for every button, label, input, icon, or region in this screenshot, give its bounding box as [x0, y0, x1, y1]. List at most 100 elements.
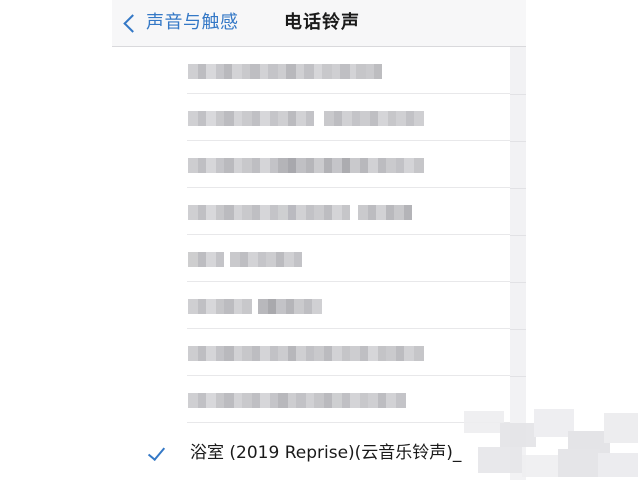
redaction-block	[216, 393, 224, 408]
redaction-block	[314, 205, 324, 220]
redaction-block	[378, 346, 386, 361]
redaction-block	[414, 158, 424, 173]
redaction-block	[386, 393, 396, 408]
ringtone-item[interactable]	[112, 94, 510, 141]
redaction-block	[358, 205, 368, 220]
redaction-block	[396, 158, 404, 173]
redaction-block	[234, 111, 242, 126]
redaction-block	[332, 205, 342, 220]
redaction-block	[278, 205, 288, 220]
redaction-block	[198, 158, 206, 173]
redaction-block	[198, 64, 206, 79]
ringtone-item[interactable]	[112, 141, 510, 188]
redaction-block	[188, 64, 198, 79]
redaction-block	[296, 346, 306, 361]
redaction-block	[206, 158, 216, 173]
redaction-block	[278, 64, 286, 79]
redaction-block	[370, 111, 378, 126]
redaction-block	[378, 158, 386, 173]
ringtone-name-redacted	[188, 252, 302, 267]
redaction-block	[188, 158, 198, 173]
redaction-block	[260, 205, 270, 220]
redaction-block	[234, 299, 242, 314]
redaction-block	[324, 205, 332, 220]
redaction-block	[224, 158, 234, 173]
redaction-block	[188, 346, 198, 361]
redaction-block	[234, 393, 242, 408]
ringtone-item[interactable]	[112, 282, 510, 329]
redaction-block	[206, 299, 216, 314]
ringtone-item[interactable]	[112, 188, 510, 235]
redaction-block	[224, 299, 234, 314]
redaction-block	[224, 205, 234, 220]
redaction-block	[366, 64, 374, 79]
redaction-block	[324, 346, 332, 361]
redaction-block	[314, 158, 324, 173]
redaction-block	[260, 64, 268, 79]
redaction-block	[294, 252, 302, 267]
chevron-left-icon	[123, 13, 142, 33]
ringtone-name-redacted	[188, 158, 424, 173]
edge-divider	[510, 188, 526, 189]
redaction-block	[360, 346, 368, 361]
redaction-block	[252, 111, 260, 126]
redaction-block	[216, 252, 224, 267]
redaction-block	[306, 111, 314, 126]
redaction-block	[188, 299, 198, 314]
ringtone-item[interactable]	[112, 329, 510, 376]
ringtone-item[interactable]	[112, 376, 510, 423]
redaction-block	[276, 252, 284, 267]
edge-divider	[510, 235, 526, 236]
redaction-block	[242, 111, 252, 126]
back-button-label: 声音与触感	[146, 12, 239, 33]
ringtone-item-selected[interactable]: 浴室 (2019 Reprise)(云音乐铃声)_	[112, 428, 510, 480]
redaction-block	[342, 111, 352, 126]
redaction-block	[224, 346, 234, 361]
redaction-block	[242, 299, 252, 314]
redaction-block	[342, 158, 350, 173]
redaction-block	[288, 111, 296, 126]
redaction-block	[258, 299, 268, 314]
edge-divider	[510, 141, 526, 142]
redaction-block	[260, 111, 270, 126]
redaction-block	[242, 346, 252, 361]
redaction-block	[296, 393, 306, 408]
redaction-block	[288, 205, 296, 220]
page-title: 电话铃声	[284, 12, 360, 33]
redaction-block	[306, 393, 314, 408]
redaction-block	[278, 158, 288, 173]
redaction-block	[270, 393, 278, 408]
redaction-block	[350, 346, 360, 361]
redaction-block	[324, 111, 334, 126]
edge-divider	[510, 282, 526, 283]
screenshot-stage: 声音与触感 电话铃声 浴室 (2019 Reprise)(云音乐铃声)_	[0, 0, 640, 480]
redaction-block	[232, 64, 242, 79]
redaction-block	[332, 64, 340, 79]
ringtone-item[interactable]	[112, 47, 510, 94]
redaction-block	[278, 346, 288, 361]
redaction-block	[248, 252, 258, 267]
redaction-block	[224, 393, 234, 408]
redaction-block	[378, 111, 388, 126]
redaction-block	[270, 111, 278, 126]
redaction-block	[386, 205, 394, 220]
redaction-block	[252, 346, 260, 361]
redaction-block	[242, 393, 252, 408]
redaction-block	[414, 111, 424, 126]
redaction-block	[314, 64, 322, 79]
back-button[interactable]: 声音与触感	[120, 8, 239, 38]
redaction-block	[206, 205, 216, 220]
ringtone-item[interactable]	[112, 235, 510, 282]
redaction-block	[296, 158, 306, 173]
checkmark-icon	[147, 442, 166, 462]
redaction-block	[198, 205, 206, 220]
redaction-block	[352, 111, 360, 126]
redaction-block	[388, 111, 396, 126]
redaction-block	[278, 393, 288, 408]
redaction-block	[206, 393, 216, 408]
ringtone-name-redacted	[188, 64, 382, 79]
redaction-block	[286, 299, 294, 314]
redaction-block	[396, 346, 404, 361]
redaction-block	[414, 346, 424, 361]
navigation-bar: 声音与触感 电话铃声	[112, 0, 526, 47]
